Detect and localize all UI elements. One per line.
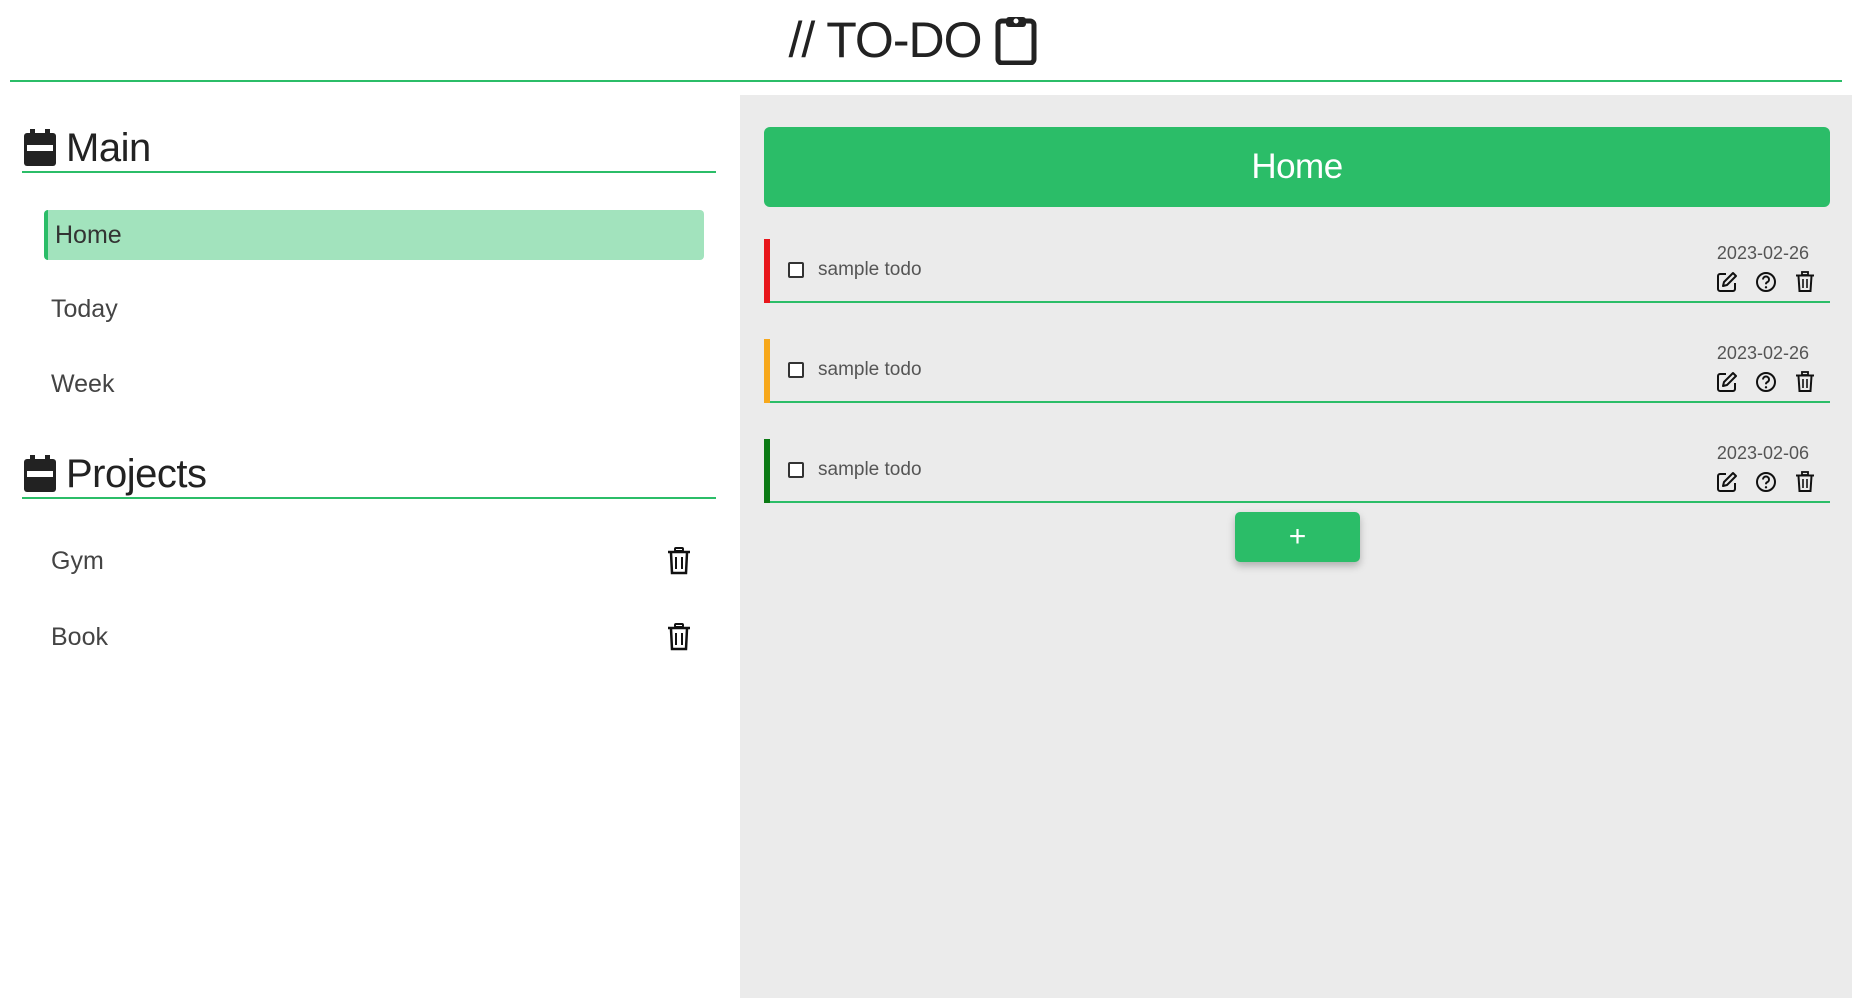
sidebar-item-today[interactable]: Today — [44, 284, 704, 334]
todo-title: sample todo — [818, 359, 922, 380]
edit-icon[interactable] — [1716, 471, 1738, 493]
todo-checkbox[interactable] — [788, 362, 804, 378]
project-item-gym[interactable]: Gym — [44, 536, 704, 586]
sidebar-item-home[interactable]: Home — [44, 210, 704, 260]
todo-item: sample todo 2023-02-26 — [764, 339, 1830, 403]
todo-actions — [1716, 371, 1816, 393]
calendar-icon — [22, 128, 58, 168]
priority-bar — [764, 339, 770, 403]
todo-date: 2023-02-26 — [1716, 243, 1809, 263]
todo-actions — [1716, 271, 1816, 293]
todo-checkbox[interactable] — [788, 262, 804, 278]
calendar-icon — [22, 454, 58, 494]
projects-section-heading: Projects — [22, 451, 716, 499]
todo-item: sample todo 2023-02-26 — [764, 239, 1830, 303]
app-title-container: // TO-DO — [789, 11, 1038, 69]
clipboard-icon — [995, 15, 1037, 66]
sidebar-item-label: Home — [55, 220, 122, 249]
main-heading-label: Main — [66, 125, 151, 170]
todo-item: sample todo 2023-02-06 — [764, 439, 1830, 503]
delete-icon[interactable] — [1794, 371, 1816, 393]
page-title: Home — [764, 127, 1830, 207]
delete-project-icon[interactable] — [666, 623, 692, 651]
todo-checkbox[interactable] — [788, 462, 804, 478]
add-todo-button[interactable]: + — [1235, 512, 1360, 562]
delete-icon[interactable] — [1794, 471, 1816, 493]
info-icon[interactable] — [1755, 471, 1777, 493]
sidebar-item-label: Today — [51, 294, 118, 323]
edit-icon[interactable] — [1716, 371, 1738, 393]
project-label: Gym — [51, 546, 104, 575]
app-title: // TO-DO — [788, 12, 983, 68]
delete-project-icon[interactable] — [666, 547, 692, 575]
sidebar: Main Home Today Week Projects Gym Book — [0, 95, 740, 998]
project-label: Book — [51, 622, 108, 651]
app-header: // TO-DO — [10, 0, 1842, 82]
main-section-heading: Main — [22, 125, 716, 173]
sidebar-item-label: Week — [51, 369, 115, 398]
todo-title: sample todo — [818, 459, 922, 480]
edit-icon[interactable] — [1716, 271, 1738, 293]
info-icon[interactable] — [1755, 371, 1777, 393]
projects-heading-label: Projects — [66, 451, 207, 496]
main-panel: Home sample todo 2023-02-26 sample todo … — [740, 95, 1852, 998]
info-icon[interactable] — [1755, 271, 1777, 293]
priority-bar — [764, 239, 770, 303]
todo-actions — [1716, 471, 1816, 493]
priority-bar — [764, 439, 770, 503]
todo-date: 2023-02-06 — [1716, 443, 1809, 463]
todo-title: sample todo — [818, 259, 922, 280]
delete-icon[interactable] — [1794, 271, 1816, 293]
sidebar-item-week[interactable]: Week — [44, 359, 704, 409]
project-item-book[interactable]: Book — [44, 612, 704, 662]
todo-date: 2023-02-26 — [1716, 343, 1809, 363]
